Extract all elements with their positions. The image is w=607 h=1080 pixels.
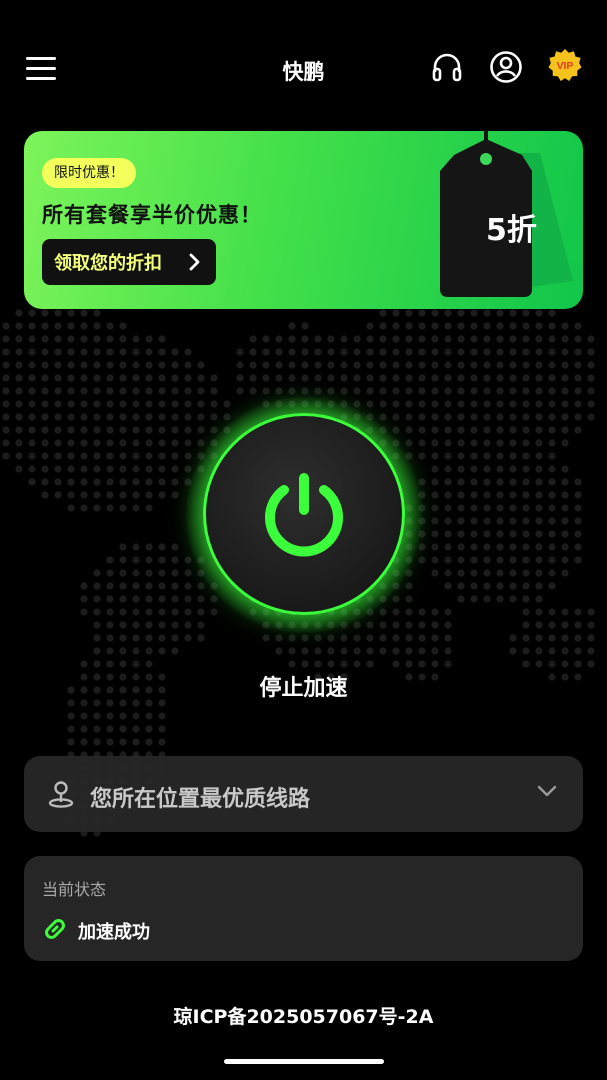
profile-button[interactable] <box>489 50 523 84</box>
user-profile-icon <box>490 51 522 83</box>
promo-text: 所有套餐享半价优惠！ <box>42 203 262 227</box>
power-icon <box>265 473 343 557</box>
current-status-title: 当前状态 <box>42 880 107 899</box>
location-label: 您所在位置最优质线路 <box>90 787 311 812</box>
claim-discount-button[interactable]: 领取您的折扣 <box>42 239 216 285</box>
home-indicator[interactable] <box>224 1059 384 1064</box>
headset-icon <box>432 53 462 82</box>
vip-badge-icon: VIP <box>548 48 582 82</box>
vip-button[interactable]: VIP <box>548 48 584 84</box>
current-status-card: 当前状态 加速成功 <box>24 856 583 961</box>
discount-tag: 5折 <box>428 131 578 309</box>
chevron-down-icon <box>537 785 557 797</box>
discount-tag-label: 5折 <box>486 213 537 248</box>
power-button[interactable] <box>203 413 405 615</box>
icp-license: 琼ICP备2025057067号-2A <box>173 1006 434 1028</box>
support-button[interactable] <box>430 50 464 84</box>
promo-banner[interactable]: 限时优惠！ 所有套餐享半价优惠！ 领取您的折扣 5折 <box>24 131 583 309</box>
promo-badge: 限时优惠！ <box>42 158 136 188</box>
vip-label: VIP <box>557 61 574 72</box>
claim-discount-label: 领取您的折扣 <box>54 253 162 274</box>
link-icon <box>45 919 65 939</box>
location-selector[interactable]: 您所在位置最优质线路 <box>24 756 583 832</box>
connection-status-label: 停止加速 <box>259 676 348 701</box>
current-status-value: 加速成功 <box>78 922 150 943</box>
chevron-right-icon <box>189 253 200 271</box>
location-pin-icon <box>48 781 74 808</box>
